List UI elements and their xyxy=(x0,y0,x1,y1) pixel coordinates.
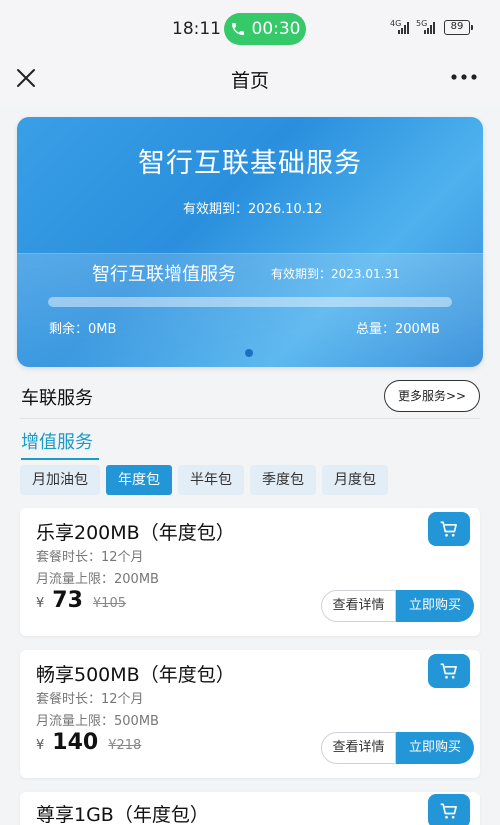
total-data: 总量：200MB xyxy=(356,322,440,337)
battery-icon: 89 xyxy=(444,20,473,35)
buy-now-button[interactable]: 立即购买 xyxy=(396,590,474,622)
page-title: 首页 xyxy=(230,70,269,92)
add-to-cart-button[interactable] xyxy=(428,794,470,825)
tab-underline xyxy=(21,458,99,460)
tab-quarterly[interactable]: 季度包 xyxy=(250,465,316,495)
product-duration: 套餐时长：12个月 xyxy=(36,692,144,707)
addon-service-validity: 有效期到：2023.01.31 xyxy=(271,267,400,281)
tab-half-year[interactable]: 半年包 xyxy=(178,465,244,495)
basic-service-title: 智行互联基础服务 xyxy=(138,148,362,179)
price-row: ¥ 140 ¥218 xyxy=(36,730,141,755)
product-card: 畅享500MB（年度包） 套餐时长：12个月 月流量上限：500MB ¥ 140… xyxy=(20,650,480,778)
tab-annual[interactable]: 年度包 xyxy=(106,465,172,495)
product-price: 140 xyxy=(52,730,99,755)
product-card: 乐享200MB（年度包） 套餐时长：12个月 月流量上限：200MB ¥ 73 … xyxy=(20,508,480,636)
view-details-button[interactable]: 查看详情 xyxy=(321,590,396,622)
tab-monthly[interactable]: 月度包 xyxy=(322,465,388,495)
remaining-data: 剩余：0MB xyxy=(49,322,117,337)
more-dots-icon[interactable] xyxy=(450,71,478,83)
currency-symbol: ¥ xyxy=(36,596,45,611)
call-duration: 00:30 xyxy=(251,19,301,39)
product-limit: 月流量上限：500MB xyxy=(36,714,159,729)
divider xyxy=(20,418,480,419)
section-title: 车联服务 xyxy=(21,388,93,409)
tab-monthly-fuel[interactable]: 月加油包 xyxy=(20,465,100,495)
phone-icon xyxy=(231,23,244,35)
ongoing-call-pill[interactable]: 00:30 xyxy=(224,13,306,45)
original-price: ¥218 xyxy=(108,738,142,753)
app-header: 首页 xyxy=(0,58,500,106)
more-services-button[interactable]: 更多服务>> xyxy=(384,380,480,412)
price-row: ¥ 73 ¥105 xyxy=(36,588,126,613)
product-limit: 月流量上限：200MB xyxy=(36,572,159,587)
status-time: 18:11 xyxy=(172,19,221,39)
basic-service-validity: 有效期到：2026.10.12 xyxy=(183,202,323,217)
product-title: 畅享500MB（年度包） xyxy=(36,664,235,686)
product-title: 乐享200MB（年度包） xyxy=(36,522,235,544)
add-to-cart-button[interactable] xyxy=(428,654,470,688)
cart-icon xyxy=(440,521,457,537)
usage-progress-bar xyxy=(48,297,452,307)
product-price: 73 xyxy=(52,588,83,613)
add-to-cart-button[interactable] xyxy=(428,512,470,546)
status-bar: 18:11 00:30 4G 5G 89 xyxy=(0,0,500,58)
carousel-indicator xyxy=(245,349,253,357)
buy-now-button[interactable]: 立即购买 xyxy=(396,732,474,764)
cart-icon xyxy=(440,663,457,679)
service-banner[interactable]: 智行互联基础服务 有效期到：2026.10.12 智行互联增值服务 有效期到：2… xyxy=(17,117,483,367)
cart-icon xyxy=(440,803,457,819)
product-card: 尊享1GB（年度包） xyxy=(20,792,480,825)
addon-service-title: 智行互联增值服务 xyxy=(92,264,236,285)
value-added-services-tab[interactable]: 增值服务 xyxy=(21,428,93,454)
product-title: 尊享1GB（年度包） xyxy=(36,804,209,825)
original-price: ¥105 xyxy=(92,596,126,611)
view-details-button[interactable]: 查看详情 xyxy=(321,732,396,764)
product-duration: 套餐时长：12个月 xyxy=(36,550,144,565)
currency-symbol: ¥ xyxy=(36,738,45,753)
package-tabs: 月加油包 年度包 半年包 季度包 月度包 xyxy=(20,465,388,495)
